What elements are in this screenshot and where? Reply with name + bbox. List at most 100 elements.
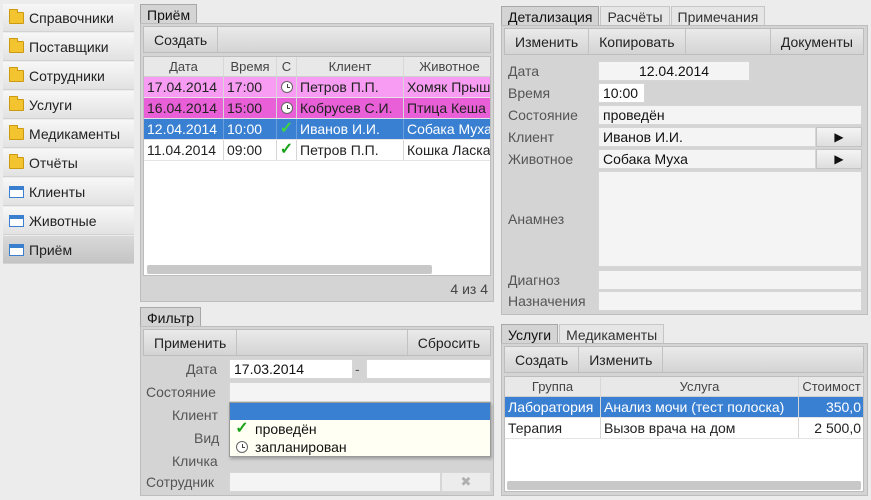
reset-filter-button[interactable]: Сбросить — [406, 330, 490, 355]
reception-grid-header: Дата Время С Клиент Животное — [144, 57, 490, 77]
sidebar-item[interactable]: Приём — [3, 236, 134, 264]
detail-state-label: Состояние — [508, 107, 578, 123]
sidebar-item-label: Отчёты — [29, 154, 78, 171]
copy-reception-button[interactable]: Копировать — [589, 29, 686, 54]
services-grid: Группа Услуга Стоимост Лаборатория Анализ… — [504, 376, 864, 492]
detail-time-field[interactable]: 10:00 — [598, 83, 645, 103]
open-client-arrow-icon[interactable]: ▶ — [816, 127, 862, 147]
table-cell: Петров П.П. — [297, 140, 404, 160]
filter-date-from-input[interactable]: 17.03.2014 — [229, 359, 353, 379]
filter-staff-label: Сотрудник — [146, 474, 215, 490]
tab-filter[interactable]: Фильтр — [140, 307, 202, 327]
col-header-cost[interactable]: Стоимост — [799, 377, 863, 396]
create-service-button[interactable]: Создать — [505, 347, 580, 372]
check-icon: ✓ — [279, 120, 294, 137]
detail-date-field[interactable]: 12.04.2014 — [598, 61, 750, 81]
tab-details[interactable]: Детализация — [501, 6, 600, 26]
state-option-label: запланирован — [255, 439, 347, 455]
folder-icon — [9, 66, 24, 82]
table-row[interactable]: Лаборатория Анализ мочи (тест полоска) 350… — [505, 397, 863, 418]
detail-animal-field[interactable]: Собака Муха — [598, 149, 816, 169]
sidebar-item-label: Приём — [29, 241, 73, 258]
tab-services[interactable]: Услуги — [501, 324, 559, 344]
reception-hscrollbar[interactable] — [147, 265, 432, 274]
table-cell: Терапия — [505, 418, 601, 438]
sidebar-item[interactable]: Отчёты — [3, 149, 134, 177]
detail-diagnosis-field[interactable] — [598, 270, 862, 290]
sidebar-item[interactable]: Клиенты — [3, 178, 134, 206]
status-cell — [277, 77, 297, 97]
col-header-group[interactable]: Группа — [505, 377, 601, 396]
filter-staff-select[interactable] — [229, 472, 441, 492]
detail-client-field[interactable]: Иванов И.И. — [598, 127, 816, 147]
table-row[interactable]: 17.04.2014 17:00 Петров П.П. Хомяк Прыш — [144, 77, 490, 98]
window-icon — [9, 214, 24, 227]
services-hscrollbar[interactable] — [507, 481, 861, 490]
tab-notes[interactable]: Примечания — [670, 6, 766, 26]
col-header-service[interactable]: Услуга — [601, 377, 799, 396]
apply-filter-button[interactable]: Применить — [144, 330, 238, 355]
documents-button[interactable]: Документы — [769, 29, 863, 54]
filter-client-label: Клиент — [172, 407, 219, 423]
table-row[interactable]: Терапия Вызов врача на дом 2 500,0 — [505, 418, 863, 439]
sidebar-item[interactable]: Медикаменты — [3, 120, 134, 148]
tab-reception[interactable]: Приём — [140, 4, 198, 24]
sidebar-item[interactable]: Поставщики — [3, 33, 134, 61]
reception-toolbar: Создать — [143, 26, 491, 53]
tab-medicines[interactable]: Медикаменты — [559, 324, 665, 344]
sidebar-item[interactable]: Сотрудники — [3, 62, 134, 90]
detail-client-label: Клиент — [508, 129, 555, 145]
state-dropdown-highlight[interactable] — [230, 403, 490, 420]
table-cell: 09:00 — [224, 140, 277, 160]
edit-service-button[interactable]: Изменить — [579, 347, 664, 372]
folder-icon — [9, 8, 24, 24]
detail-anamnesis-field[interactable] — [598, 171, 862, 267]
create-reception-button[interactable]: Создать — [144, 27, 219, 52]
table-cell: 11.04.2014 — [144, 140, 224, 160]
table-cell: Кошка Ласка — [404, 140, 490, 160]
table-row[interactable]: 12.04.2014 10:00 ✓ Иванов И.И. Собака Муха — [144, 119, 490, 140]
sidebar-item-label: Услуги — [29, 96, 73, 113]
detail-diagnosis-label: Диагноз — [508, 272, 560, 288]
filter-state-select[interactable] — [229, 382, 491, 402]
col-header-animal[interactable]: Животное — [404, 57, 490, 76]
clock-icon — [280, 102, 293, 114]
check-icon: ✓ — [235, 420, 249, 437]
col-header-status[interactable]: С — [277, 57, 297, 76]
state-option-done[interactable]: ✓ проведён — [230, 420, 490, 438]
table-cell: 17.04.2014 — [144, 77, 224, 97]
sidebar-item[interactable]: Справочники — [3, 4, 134, 32]
sidebar-item-label: Медикаменты — [29, 125, 121, 142]
sidebar-item[interactable]: Услуги — [3, 91, 134, 119]
detail-prescription-label: Назначения — [508, 293, 586, 309]
table-cell: 350,0 — [799, 397, 863, 417]
filter-date-to-input[interactable] — [366, 359, 491, 379]
col-header-date[interactable]: Дата — [144, 57, 224, 76]
col-header-client[interactable]: Клиент — [297, 57, 404, 76]
folder-icon — [9, 153, 24, 169]
open-animal-arrow-icon[interactable]: ▶ — [816, 149, 862, 169]
table-row[interactable]: 11.04.2014 09:00 ✓ Петров П.П. Кошка Ласка — [144, 140, 490, 161]
tab-payments[interactable]: Расчёты — [600, 6, 670, 26]
table-cell: 12.04.2014 — [144, 119, 224, 139]
detail-prescription-field[interactable] — [598, 291, 862, 311]
state-option-label: проведён — [255, 421, 317, 437]
clear-staff-icon[interactable]: ✖ — [441, 472, 491, 492]
table-cell: Анализ мочи (тест полоска) — [601, 397, 799, 417]
state-option-planned[interactable]: запланирован — [230, 438, 490, 456]
clock-icon — [234, 441, 250, 453]
detail-animal-label: Животное — [508, 151, 574, 167]
folder-icon — [9, 37, 24, 53]
services-grid-header: Группа Услуга Стоимост — [505, 377, 863, 397]
state-dropdown: ✓ проведён запланирован — [229, 402, 491, 457]
table-row[interactable]: 16.04.2014 15:00 Кобрусев С.И. Птица Кеша — [144, 98, 490, 119]
edit-reception-button[interactable]: Изменить — [505, 29, 590, 54]
table-cell: 16.04.2014 — [144, 98, 224, 118]
reception-rows: 17.04.2014 17:00 Петров П.П. Хомяк Прыш 16.0… — [144, 77, 490, 161]
sidebar-item-label: Клиенты — [29, 183, 86, 200]
filter-type-label: Вид — [194, 430, 220, 446]
sidebar-item[interactable]: Животные — [3, 207, 134, 235]
folder-icon — [9, 124, 24, 140]
detail-state-field[interactable]: проведён — [598, 105, 862, 125]
col-header-time[interactable]: Время — [224, 57, 277, 76]
